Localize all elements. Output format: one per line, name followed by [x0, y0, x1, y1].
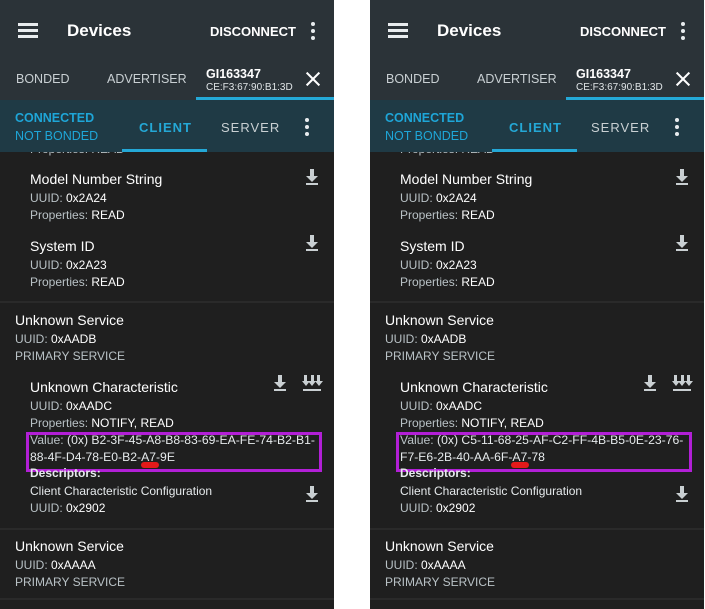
app-bar: Devices DISCONNECT — [370, 0, 704, 62]
page-title: Devices — [437, 21, 502, 40]
characteristic-uuid: UUID: 0x2A23 — [400, 258, 477, 272]
service-type: PRIMARY SERVICE — [385, 575, 496, 589]
download-icon[interactable] — [674, 235, 690, 251]
download-icon[interactable] — [272, 375, 288, 391]
characteristic-uuid: UUID: 0x2A23 — [30, 258, 107, 272]
bond-status: NOT BONDED — [15, 129, 99, 143]
characteristic-properties: Properties: READ — [30, 275, 125, 289]
phone-screen-left: Devices DISCONNECT BONDED ADVERTISER GI1… — [0, 0, 334, 609]
characteristic-name: Unknown Characteristic — [30, 379, 178, 395]
connection-bar: CONNECTED NOT BONDED CLIENT SERVER — [0, 100, 334, 152]
tab-client[interactable]: CLIENT — [509, 120, 562, 135]
device-mac-address: CE:F3:67:90:B1:3D — [576, 82, 663, 93]
characteristic-properties: Properties: READ — [30, 208, 125, 222]
close-icon[interactable] — [306, 72, 320, 86]
bond-status: NOT BONDED — [385, 129, 469, 143]
divider — [0, 528, 334, 530]
disconnect-button[interactable]: DISCONNECT — [210, 24, 296, 39]
tab-bonded[interactable]: BONDED — [16, 72, 69, 86]
connection-status: CONNECTED — [15, 111, 95, 125]
red-marker — [141, 462, 159, 468]
service-name[interactable]: Unknown Service — [15, 312, 124, 328]
service-name[interactable]: Unknown Service — [385, 538, 494, 554]
descriptors-label: Descriptors: — [30, 466, 101, 480]
overflow-menu-icon[interactable] — [304, 118, 310, 136]
characteristic-uuid: UUID: 0xAADC — [30, 399, 113, 413]
page-title: Devices — [67, 21, 132, 40]
descriptor-name: Client Characteristic Configuration — [30, 484, 213, 498]
characteristic-name: Model Number String — [30, 171, 163, 187]
service-uuid: UUID: 0xAAAA — [15, 558, 96, 572]
divider — [0, 301, 334, 303]
descriptor-name: Client Characteristic Configuration — [400, 484, 583, 498]
download-icon[interactable] — [304, 169, 320, 185]
service-uuid: UUID: 0xAADB — [385, 332, 467, 346]
service-uuid: UUID: 0xAAAA — [385, 558, 466, 572]
cut-off-row: Properties: READ — [400, 152, 510, 156]
menu-icon[interactable] — [18, 22, 38, 38]
app-bar: Devices DISCONNECT — [0, 0, 334, 62]
tab-client[interactable]: CLIENT — [139, 120, 192, 135]
service-name[interactable]: Unknown Service — [385, 312, 494, 328]
characteristic-properties: Properties: READ — [400, 275, 495, 289]
tab-advertiser[interactable]: ADVERTISER — [107, 72, 187, 86]
tab-device[interactable]: GI163347 CE:F3:67:90:B1:3D — [566, 62, 704, 100]
service-name[interactable]: Unknown Service — [15, 538, 124, 554]
device-tabs: BONDED ADVERTISER GI163347 CE:F3:67:90:B… — [370, 62, 704, 100]
tab-advertiser[interactable]: ADVERTISER — [477, 72, 557, 86]
tab-bonded[interactable]: BONDED — [386, 72, 439, 86]
tab-server[interactable]: SERVER — [221, 120, 280, 135]
connection-bar: CONNECTED NOT BONDED CLIENT SERVER — [370, 100, 704, 152]
overflow-menu-icon[interactable] — [310, 22, 316, 40]
characteristic-name: System ID — [400, 238, 465, 254]
descriptor-uuid: UUID: 0x2902 — [30, 501, 106, 515]
download-icon[interactable] — [674, 486, 690, 502]
notify-icon[interactable] — [301, 375, 323, 391]
phone-screen-right: Devices DISCONNECT BONDED ADVERTISER GI1… — [370, 0, 704, 609]
device-name: GI163347 — [206, 67, 261, 81]
characteristic-name: Unknown Characteristic — [400, 379, 548, 395]
divider — [0, 598, 334, 600]
red-marker — [511, 462, 529, 468]
services-list[interactable]: Properties: READ Model Number String UUI… — [0, 152, 334, 609]
connection-status: CONNECTED — [385, 111, 465, 125]
download-icon[interactable] — [674, 169, 690, 185]
tab-device[interactable]: GI163347 CE:F3:67:90:B1:3D — [196, 62, 334, 100]
disconnect-button[interactable]: DISCONNECT — [580, 24, 666, 39]
device-mac-address: CE:F3:67:90:B1:3D — [206, 82, 293, 93]
divider — [370, 598, 704, 600]
services-list[interactable]: Properties: READ Model Number String UUI… — [370, 152, 704, 609]
divider — [370, 301, 704, 303]
service-uuid: UUID: 0xAADB — [15, 332, 97, 346]
cut-off-row: Properties: READ — [30, 152, 140, 156]
service-type: PRIMARY SERVICE — [385, 349, 496, 363]
service-type: PRIMARY SERVICE — [15, 349, 126, 363]
characteristic-name: Model Number String — [400, 171, 533, 187]
characteristic-properties: Properties: NOTIFY, READ — [400, 416, 544, 430]
device-tabs: BONDED ADVERTISER GI163347 CE:F3:67:90:B… — [0, 62, 334, 100]
close-icon[interactable] — [676, 72, 690, 86]
characteristic-uuid: UUID: 0xAADC — [400, 399, 483, 413]
download-icon[interactable] — [304, 235, 320, 251]
descriptors-label: Descriptors: — [400, 466, 471, 480]
characteristic-properties: Properties: READ — [400, 208, 495, 222]
descriptor-uuid: UUID: 0x2902 — [400, 501, 476, 515]
characteristic-properties: Properties: NOTIFY, READ — [30, 416, 174, 430]
device-name: GI163347 — [576, 67, 631, 81]
overflow-menu-icon[interactable] — [674, 118, 680, 136]
characteristic-uuid: UUID: 0x2A24 — [30, 191, 107, 205]
download-icon[interactable] — [304, 486, 320, 502]
characteristic-uuid: UUID: 0x2A24 — [400, 191, 477, 205]
notify-icon[interactable] — [671, 375, 693, 391]
tab-server[interactable]: SERVER — [591, 120, 650, 135]
overflow-menu-icon[interactable] — [680, 22, 686, 40]
divider — [370, 528, 704, 530]
characteristic-name: System ID — [30, 238, 95, 254]
download-icon[interactable] — [642, 375, 658, 391]
menu-icon[interactable] — [388, 22, 408, 38]
service-type: PRIMARY SERVICE — [15, 575, 126, 589]
